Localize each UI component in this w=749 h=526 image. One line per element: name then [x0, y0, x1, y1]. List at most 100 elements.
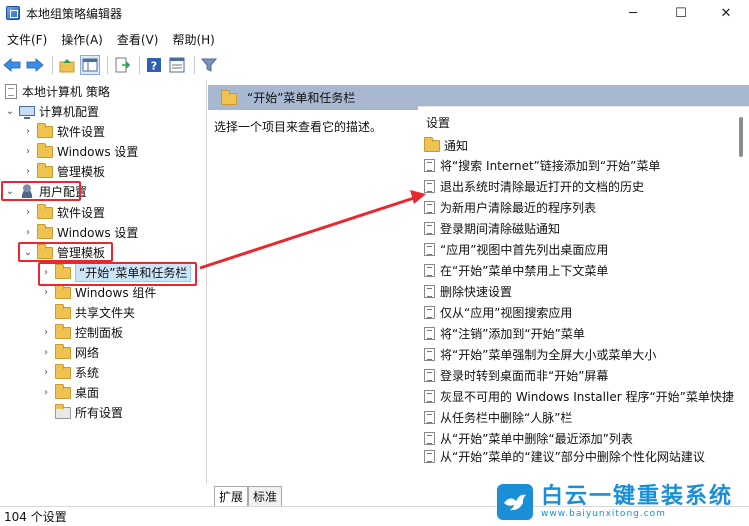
policy-editor-app-icon	[6, 6, 20, 20]
list-item[interactable]: 将“注销”添加到“开始”菜单	[424, 323, 585, 343]
toolbar-separator	[194, 56, 195, 74]
policy-setting-icon	[424, 263, 435, 277]
list-item[interactable]: 登录期间清除磁贴通知	[424, 218, 560, 238]
chevron-right-icon[interactable]: ›	[22, 227, 34, 238]
filter-button[interactable]	[199, 55, 219, 75]
tree-network[interactable]: › 网络	[40, 342, 99, 362]
vertical-scrollbar[interactable]	[739, 117, 743, 157]
list-item[interactable]: 灰显不可用的 Windows Installer 程序“开始”菜单快捷	[424, 386, 734, 406]
help-button[interactable]: ?	[144, 55, 164, 75]
list-item-label: 登录期间清除磁贴通知	[440, 221, 561, 236]
status-text: 104 个设置	[4, 510, 67, 524]
annotation-box-start-menu	[38, 262, 197, 286]
menu-action[interactable]: 操作(A)	[54, 31, 110, 48]
tree-shared-folder[interactable]: 共享文件夹	[40, 302, 135, 322]
chevron-right-icon[interactable]: ›	[40, 367, 52, 378]
toolbar: ?	[0, 52, 749, 78]
back-button[interactable]	[2, 55, 22, 75]
list-item[interactable]: 在“开始”菜单中禁用上下文菜单	[424, 260, 608, 280]
folder-icon	[37, 224, 53, 239]
tree-uc-software[interactable]: › 软件设置	[22, 202, 105, 222]
properties-button[interactable]	[167, 55, 187, 75]
svg-text:?: ?	[151, 60, 157, 73]
forward-button[interactable]	[25, 55, 45, 75]
tree-label: 系统	[75, 365, 100, 380]
menu-help[interactable]: 帮助(H)	[165, 31, 221, 48]
tab-standard[interactable]: 标准	[248, 486, 283, 506]
chevron-down-icon[interactable]: ⌄	[4, 106, 16, 117]
tree-desktop[interactable]: › 桌面	[40, 382, 99, 402]
tree-cc-software[interactable]: › 软件设置	[22, 121, 105, 141]
list-item[interactable]: 从“开始”菜单中删除“最近添加”列表	[424, 428, 633, 448]
list-item[interactable]: 删除快速设置	[424, 281, 512, 301]
folder-icon	[424, 137, 440, 152]
list-item[interactable]: 登录时转到桌面而非“开始”屏幕	[424, 365, 608, 385]
tree-cc-admin[interactable]: › 管理模板	[22, 161, 105, 181]
forward-arrow-icon	[26, 58, 44, 72]
tree-root[interactable]: 本地计算机 策略	[2, 81, 110, 101]
tree-cc-windows[interactable]: › Windows 设置	[22, 141, 138, 161]
tree-system[interactable]: › 系统	[40, 362, 99, 382]
list-item[interactable]: 将“搜索 Internet”链接添加到“开始”菜单	[424, 155, 660, 175]
tree-computer-config[interactable]: ⌄ 计算机配置	[4, 101, 99, 121]
tab-extended[interactable]: 扩展	[214, 486, 249, 506]
help-icon: ?	[147, 58, 161, 73]
folder-icon	[55, 304, 71, 319]
settings-column-header[interactable]: 设置	[426, 114, 450, 131]
chevron-right-icon[interactable]: ›	[22, 207, 34, 218]
policy-setting-icon	[424, 389, 435, 403]
back-arrow-icon	[3, 58, 21, 72]
chevron-right-icon[interactable]: ›	[22, 146, 34, 157]
list-item[interactable]: 退出系统时清除最近打开的文档的历史	[424, 176, 644, 196]
export-list-button[interactable]	[112, 55, 132, 75]
chevron-right-icon[interactable]: ›	[40, 347, 52, 358]
tree-label: 所有设置	[75, 405, 124, 420]
list-item[interactable]: “应用”视图中首先列出桌面应用	[424, 239, 608, 259]
show-hide-tree-button[interactable]	[80, 55, 100, 75]
policy-document-icon	[5, 83, 17, 99]
tree-label: 共享文件夹	[75, 305, 136, 320]
list-item[interactable]: 从任务栏中删除“人脉”栏	[424, 407, 572, 427]
tree-label: 控制面板	[75, 325, 124, 340]
maximize-button[interactable]: ☐	[658, 0, 704, 26]
export-list-icon	[115, 57, 130, 73]
settings-folder-icon	[55, 404, 71, 419]
list-item[interactable]: 仅从“应用”视图搜索应用	[424, 302, 572, 322]
up-folder-icon	[59, 59, 75, 73]
folder-icon	[55, 364, 71, 379]
menu-file[interactable]: 文件(F)	[0, 31, 54, 48]
up-folder-button[interactable]	[57, 55, 77, 75]
policy-setting-icon	[424, 347, 435, 361]
properties-icon	[169, 57, 185, 73]
chevron-right-icon[interactable]: ›	[22, 126, 34, 137]
details-pane: “开始”菜单和任务栏 选择一个项目来查看它的描述。 设置 通知 将“搜索 Int…	[208, 80, 749, 506]
tree-label: 桌面	[75, 385, 100, 400]
chevron-right-icon[interactable]: ›	[40, 287, 52, 298]
chevron-right-icon[interactable]: ›	[22, 166, 34, 177]
minimize-button[interactable]: ─	[610, 0, 656, 26]
list-item-label: 从任务栏中删除“人脉”栏	[440, 410, 573, 425]
tree-all-settings[interactable]: 所有设置	[40, 402, 123, 422]
tree-uc-windows[interactable]: › Windows 设置	[22, 222, 138, 242]
menu-view[interactable]: 查看(V)	[110, 31, 166, 48]
list-item-label: 通知	[444, 138, 469, 153]
tree-control-panel[interactable]: › 控制面板	[40, 322, 123, 342]
policy-setting-icon	[424, 368, 435, 382]
computer-icon	[19, 106, 35, 119]
list-item-folder[interactable]: 通知	[424, 135, 468, 155]
details-header-title: “开始”菜单和任务栏	[247, 91, 356, 105]
filter-icon	[201, 58, 217, 72]
chevron-right-icon[interactable]: ›	[40, 327, 52, 338]
chevron-right-icon[interactable]: ›	[40, 387, 52, 398]
annotation-box-admin-templates	[18, 242, 113, 262]
list-item[interactable]: 从“开始”菜单的“建议”部分中删除个性化网站建议	[424, 449, 705, 463]
list-item[interactable]: 将“开始”菜单强制为全屏大小或菜单大小	[424, 344, 656, 364]
console-tree-icon	[82, 58, 98, 72]
list-item-label: 退出系统时清除最近打开的文档的历史	[440, 179, 645, 194]
policy-setting-icon	[424, 410, 435, 424]
list-item-label: 登录时转到桌面而非“开始”屏幕	[440, 368, 609, 383]
tree-label: 计算机配置	[39, 104, 100, 119]
close-button[interactable]: ✕	[703, 0, 749, 26]
list-item[interactable]: 为新用户清除最近的程序列表	[424, 197, 596, 217]
folder-icon	[37, 204, 53, 219]
